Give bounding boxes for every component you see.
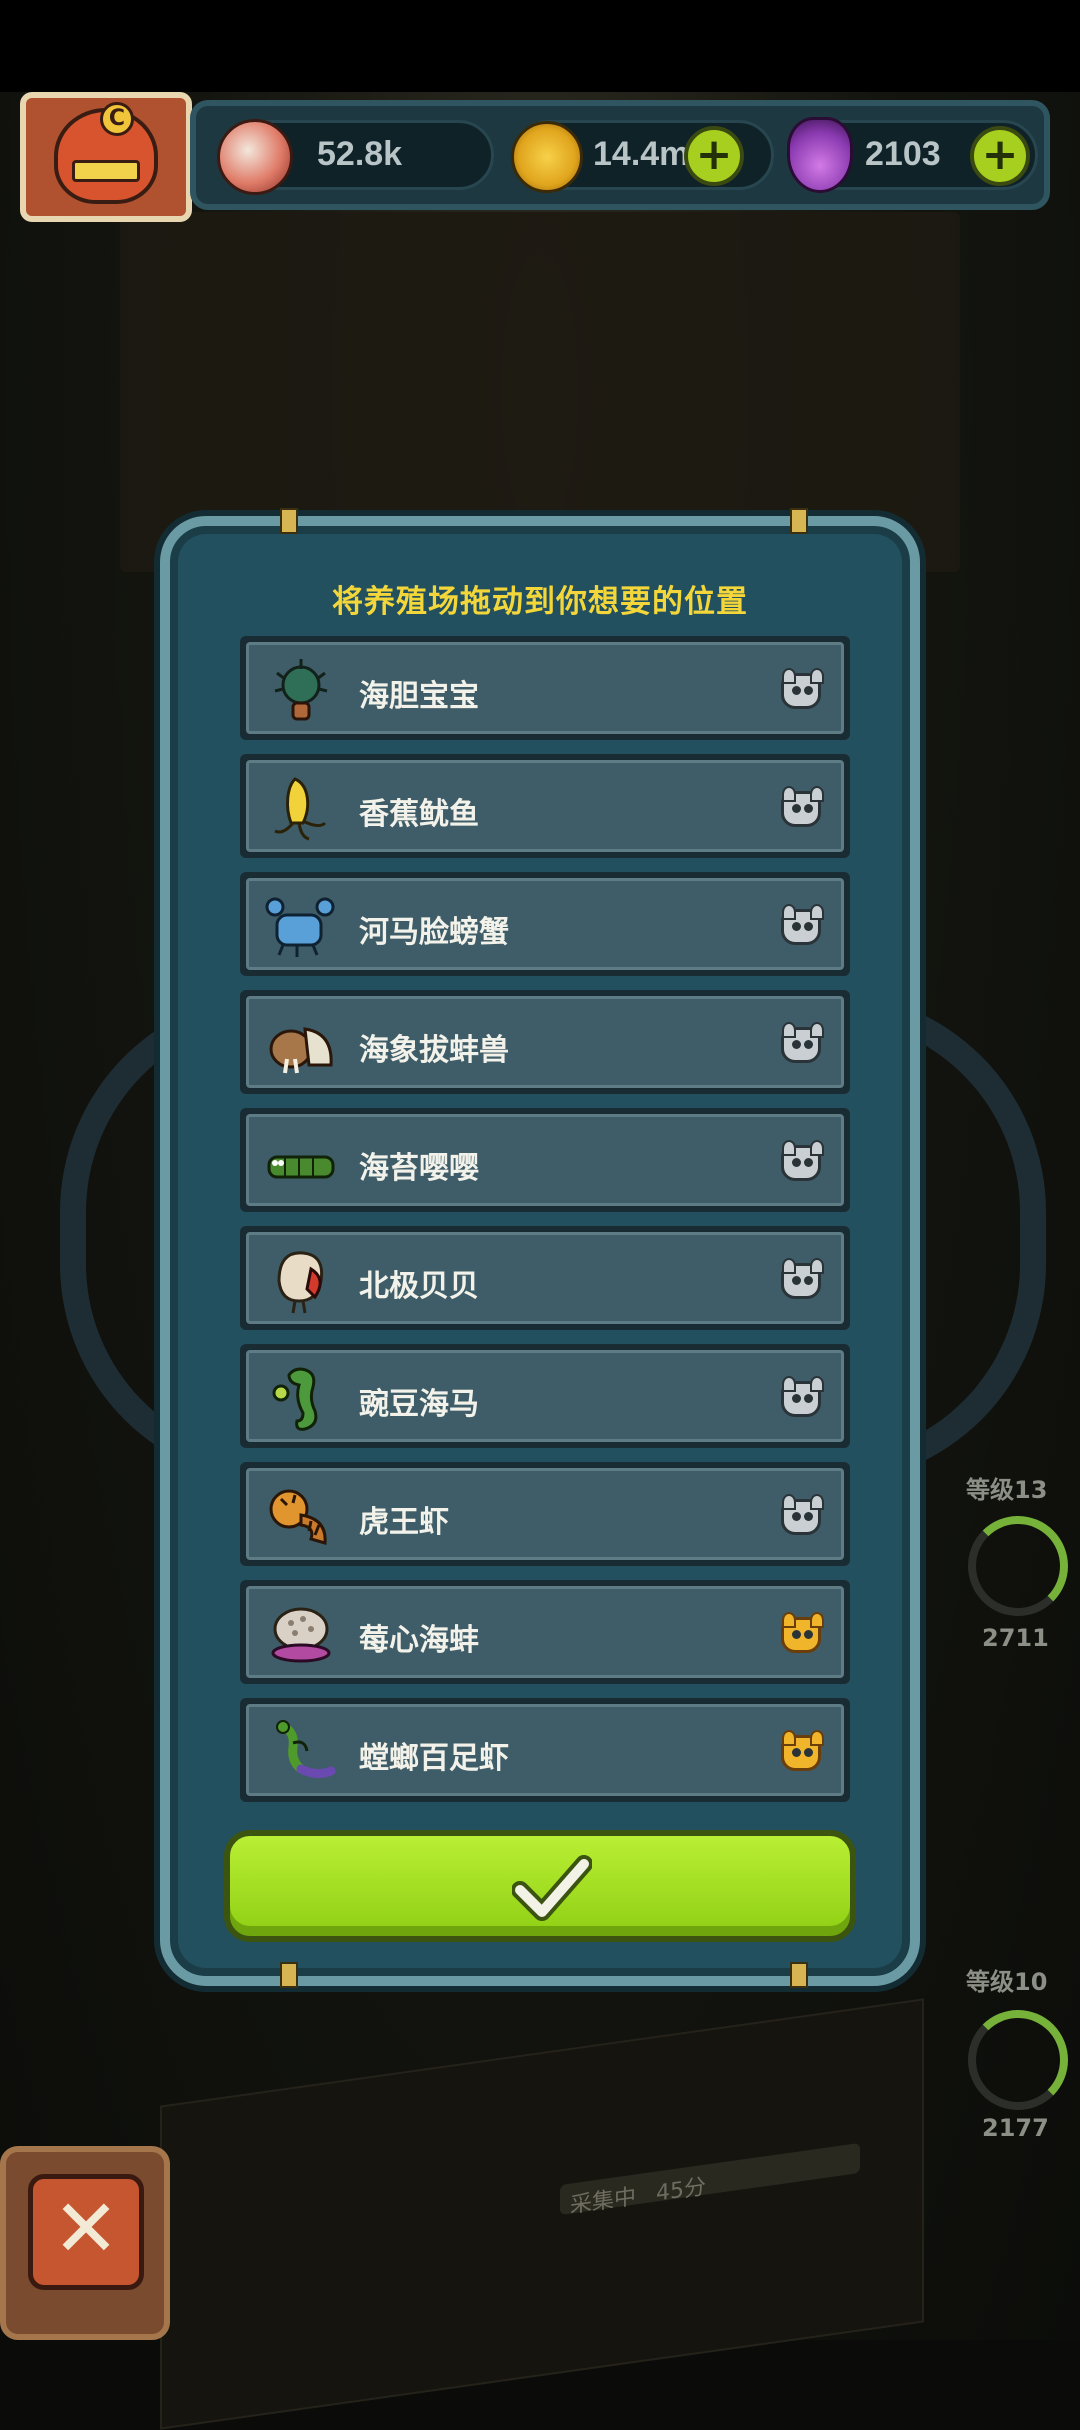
monster-badge-icon <box>781 1612 824 1653</box>
farm-name: 海胆宝宝 <box>359 679 479 714</box>
farm-row-walrus-clam[interactable]: 海象拔蚌兽 <box>240 990 850 1094</box>
coin-icon <box>511 121 583 193</box>
eye-count: 52.8k <box>317 135 403 173</box>
farm-count-bottom: 2177 <box>982 2114 1049 2142</box>
farm-row-pea-seahorse[interactable]: 豌豆海马 <box>240 1344 850 1448</box>
rivet-icon <box>280 508 298 534</box>
close-button[interactable]: ✕ <box>0 2146 170 2340</box>
monster-badge-icon <box>781 1376 824 1417</box>
potion-icon <box>787 117 853 193</box>
sea-urchin-icon <box>274 659 328 721</box>
farm-name: 莓心海蚌 <box>359 1623 479 1658</box>
monster-badge-icon <box>781 1140 824 1181</box>
farm-name: 海苔嘤嘤 <box>359 1151 479 1186</box>
monster-badge-icon <box>781 786 824 827</box>
farm-floor <box>160 1998 924 2430</box>
player-avatar[interactable]: C <box>20 92 192 222</box>
add-potion-button[interactable]: + <box>970 126 1030 186</box>
walrus-clam-icon <box>269 1027 333 1074</box>
banana-squid-icon <box>274 777 327 841</box>
confirm-button[interactable] <box>224 1830 856 1942</box>
arctic-shell-icon <box>277 1251 324 1314</box>
farm-count-top: 2711 <box>982 1624 1049 1652</box>
mantis-centipede-shrimp-icon <box>276 1720 336 1779</box>
potion-count: 2103 <box>865 135 941 173</box>
farm-gauge-bottom[interactable] <box>968 2010 1068 2110</box>
pea-seahorse-icon <box>272 1367 318 1431</box>
seaweed-caterpillar-icon <box>267 1155 335 1179</box>
farm-name: 螳螂百足虾 <box>359 1741 509 1776</box>
farm-name: 香蕉鱿鱼 <box>359 797 479 832</box>
eye-resource: 52.8k <box>217 119 494 195</box>
farm-level-top: 等级13 <box>966 1476 1048 1504</box>
resource-bar: 52.8k 14.4m + 2103 + <box>190 100 1050 210</box>
add-coins-button[interactable]: + <box>684 126 744 186</box>
farm-name: 海象拔蚌兽 <box>359 1033 509 1068</box>
farm-placement-dialog: 将养殖场拖动到你想要的位置 海胆宝宝 香蕉鱿鱼 河马脸螃蟹 海象拔蚌兽 海苔嘤嘤… <box>160 508 920 1988</box>
rivet-icon <box>790 508 808 534</box>
eyeball-icon <box>217 119 293 195</box>
checkmark-icon <box>512 1855 592 1921</box>
farm-row-tiger-shrimp[interactable]: 虎王虾 <box>240 1462 850 1566</box>
berry-clam-icon <box>271 1607 331 1663</box>
rank-badge-icon: C <box>100 102 134 136</box>
farm-row-mantis-centipede-shrimp[interactable]: 螳螂百足虾 <box>240 1698 850 1802</box>
rivet-icon <box>790 1962 808 1988</box>
coin-count: 14.4m <box>593 135 690 173</box>
monster-badge-icon <box>781 1494 824 1535</box>
monster-badge-icon <box>781 904 824 945</box>
status-bar <box>0 0 1080 92</box>
teeth-decoration <box>72 160 140 182</box>
close-icon: ✕ <box>28 2174 144 2290</box>
farm-row-seaweed-caterpillar[interactable]: 海苔嘤嘤 <box>240 1108 850 1212</box>
farm-name: 豌豆海马 <box>359 1387 479 1422</box>
farm-row-banana-squid[interactable]: 香蕉鱿鱼 <box>240 754 850 858</box>
monster-badge-icon <box>781 1730 824 1771</box>
farm-row-berry-clam[interactable]: 莓心海蚌 <box>240 1580 850 1684</box>
farm-name: 北极贝贝 <box>359 1269 479 1304</box>
farm-gauge-top[interactable] <box>968 1516 1068 1616</box>
farm-name: 虎王虾 <box>359 1505 449 1540</box>
farm-name: 河马脸螃蟹 <box>359 915 509 950</box>
hippo-crab-icon <box>265 897 335 957</box>
farm-row-arctic-shell[interactable]: 北极贝贝 <box>240 1226 850 1330</box>
monster-badge-icon <box>781 1258 824 1299</box>
monster-badge-icon <box>781 1022 824 1063</box>
farm-level-bottom: 等级10 <box>966 1968 1048 1996</box>
farm-row-hippo-crab[interactable]: 河马脸螃蟹 <box>240 872 850 976</box>
monster-badge-icon <box>781 668 824 709</box>
farm-row-sea-urchin[interactable]: 海胆宝宝 <box>240 636 850 740</box>
rivet-icon <box>280 1962 298 1988</box>
monster-face-icon: C <box>54 102 158 204</box>
tiger-shrimp-icon <box>269 1489 327 1545</box>
dialog-title: 将养殖场拖动到你想要的位置 <box>332 584 748 620</box>
